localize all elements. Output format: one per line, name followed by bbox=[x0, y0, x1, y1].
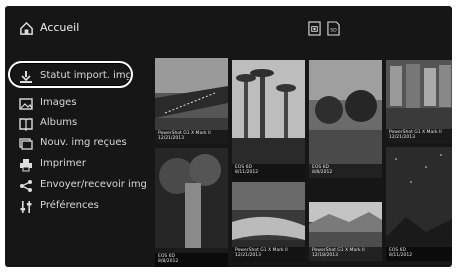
sidebar-item-images[interactable]: Images bbox=[5, 94, 155, 114]
sidebar-item-label: Envoyer/recevoir img bbox=[40, 179, 147, 190]
thumbnail[interactable]: PowerShot G1 X Mark II 12/21/2013 bbox=[155, 58, 228, 144]
thumbnail[interactable]: PowerShot G1 X Mark II 12/18/2013 bbox=[309, 202, 382, 261]
thumbnail-caption: EOS 6D 8/8/2012 bbox=[309, 163, 382, 178]
photo-date: 12/18/2013 bbox=[312, 253, 338, 259]
thumbnail-caption: PowerShot G1 X Mark II 12/21/2013 bbox=[386, 128, 452, 143]
home-icon[interactable] bbox=[19, 21, 34, 36]
sidebar-item-preferences[interactable]: Préférences bbox=[5, 197, 155, 217]
sd-card-icon[interactable]: SD bbox=[327, 21, 340, 36]
thumbnail-caption: EOS 6D 8/8/2012 bbox=[155, 252, 228, 267]
photo-baobab bbox=[155, 148, 228, 267]
app-screen: Accueil SD Statut import. img Images Alb… bbox=[5, 6, 452, 267]
albums-icon bbox=[19, 118, 33, 131]
sidebar-item-label: Images bbox=[40, 97, 77, 108]
page-title: Accueil bbox=[40, 21, 80, 34]
printer-icon bbox=[20, 159, 32, 172]
thumbnail-caption: EOS 6D 8/11/2012 bbox=[232, 163, 305, 178]
sidebar-item-print[interactable]: Imprimer bbox=[5, 155, 155, 175]
sidebar-item-albums[interactable]: Albums bbox=[5, 114, 155, 134]
camera-card-icon[interactable] bbox=[308, 21, 321, 36]
sidebar-item-received[interactable]: Nouv. img reçues bbox=[5, 134, 155, 154]
thumbnail[interactable]: EOS 6D 8/11/2012 bbox=[386, 147, 452, 261]
sidebar-item-label: Imprimer bbox=[40, 158, 86, 169]
photo-trees-field bbox=[309, 60, 382, 178]
thumbnail-caption: PowerShot G1 X Mark II 12/21/2013 bbox=[155, 129, 228, 144]
share-icon bbox=[20, 180, 32, 192]
thumbnail-caption: PowerShot G1 X Mark II 12/18/2013 bbox=[309, 246, 382, 261]
thumbnail[interactable]: PowerShot G1 X Mark II 12/21/2013 bbox=[232, 182, 305, 261]
header: Accueil SD bbox=[5, 6, 452, 50]
thumbnail-grid: PowerShot G1 X Mark II 12/21/2013 EOS 6D… bbox=[155, 58, 452, 267]
photo-date: 8/11/2012 bbox=[235, 170, 259, 176]
sd-label: SD bbox=[330, 27, 337, 33]
photo-date: 8/11/2012 bbox=[389, 253, 413, 259]
images-icon bbox=[19, 98, 33, 110]
photo-date: 8/8/2012 bbox=[312, 170, 333, 176]
thumbnail[interactable]: PowerShot G1 X Mark II 12/21/2013 bbox=[386, 60, 452, 143]
photo-date: 12/21/2013 bbox=[158, 136, 184, 142]
preferences-icon bbox=[20, 201, 32, 213]
received-images-icon bbox=[19, 138, 33, 150]
thumbnail[interactable]: EOS 6D 8/8/2012 bbox=[309, 60, 382, 178]
photo-baobab-avenue bbox=[232, 60, 305, 178]
sidebar-item-share[interactable]: Envoyer/recevoir img bbox=[5, 176, 155, 196]
thumbnail[interactable]: EOS 6D 8/8/2012 bbox=[155, 148, 228, 267]
photo-date: 12/21/2013 bbox=[235, 253, 261, 259]
sidebar-item-label: Nouv. img reçues bbox=[40, 137, 127, 148]
photo-date: 8/8/2012 bbox=[158, 259, 179, 265]
photo-date: 12/21/2013 bbox=[389, 135, 415, 141]
thumbnail[interactable]: EOS 6D 8/11/2012 bbox=[232, 60, 305, 178]
photo-night-sky bbox=[386, 147, 452, 261]
thumbnail-caption: EOS 6D 8/11/2012 bbox=[386, 246, 452, 261]
sidebar-item-label: Albums bbox=[40, 117, 78, 128]
selection-highlight bbox=[8, 61, 133, 88]
thumbnail-caption: PowerShot G1 X Mark II 12/21/2013 bbox=[232, 246, 305, 261]
sidebar-item-label: Préférences bbox=[40, 200, 99, 211]
